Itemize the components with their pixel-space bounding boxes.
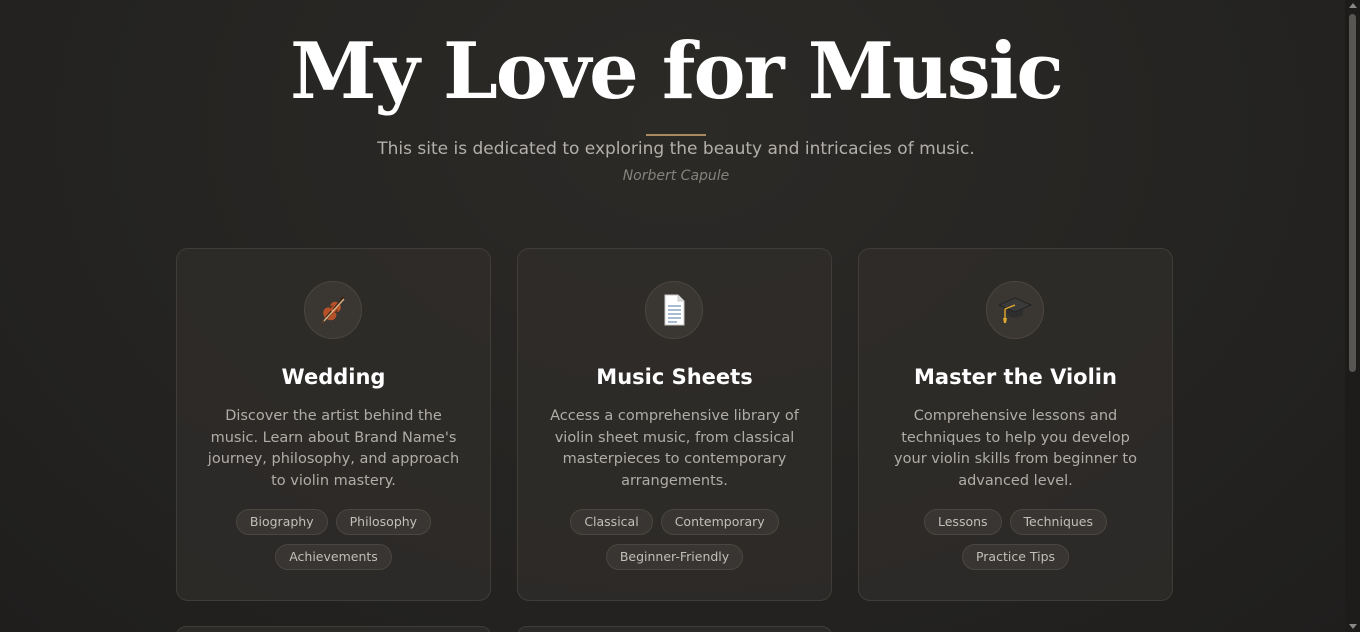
tag-practice-tips[interactable]: Practice Tips [961,544,1070,570]
card-wedding[interactable]: Wedding Discover the artist behind the m… [176,248,491,601]
card-peek[interactable] [517,626,832,632]
tag-list: Biography Philosophy Achievements [197,509,470,570]
scroll-down-icon[interactable] [1349,624,1357,629]
card-title: Wedding [281,365,386,389]
tag-contemporary[interactable]: Contemporary [660,509,779,535]
scrollbar-thumb[interactable] [1349,14,1356,372]
card-master-the-violin[interactable]: Master the Violin Comprehensive lessons … [858,248,1173,601]
violin-icon [304,281,362,339]
tag-biography[interactable]: Biography [235,509,328,535]
card-description: Discover the artist behind the music. Le… [207,408,460,490]
tag-lessons[interactable]: Lessons [924,509,1002,535]
card-music-sheets[interactable]: Music Sheets Access a comprehensive libr… [517,248,832,601]
card-description: Comprehensive lessons and techniques to … [894,408,1137,490]
page-title: My Love for Music [290,26,1064,117]
page-subtitle: This site is dedicated to exploring the … [377,139,975,159]
card-title: Music Sheets [596,365,753,389]
tag-achievements[interactable]: Achievements [275,544,392,570]
card-peek[interactable] [176,626,491,632]
card-description: Access a comprehensive library of violin… [550,408,799,490]
graduation-cap-icon [986,281,1044,339]
tag-beginner-friendly[interactable]: Beginner-Friendly [605,544,744,570]
scroll-up-icon[interactable] [1349,3,1357,8]
vertical-scrollbar[interactable] [1345,0,1360,632]
tag-philosophy[interactable]: Philosophy [335,509,432,535]
tag-list: Classical Contemporary Beginner-Friendly [538,509,811,570]
tag-classical[interactable]: Classical [570,509,653,535]
title-divider [646,134,706,136]
document-icon [645,281,703,339]
card-title: Master the Violin [914,365,1117,389]
tag-list: Lessons Techniques Practice Tips [879,509,1152,570]
tag-techniques[interactable]: Techniques [1009,509,1107,535]
author-name: Norbert Capule [622,168,730,184]
